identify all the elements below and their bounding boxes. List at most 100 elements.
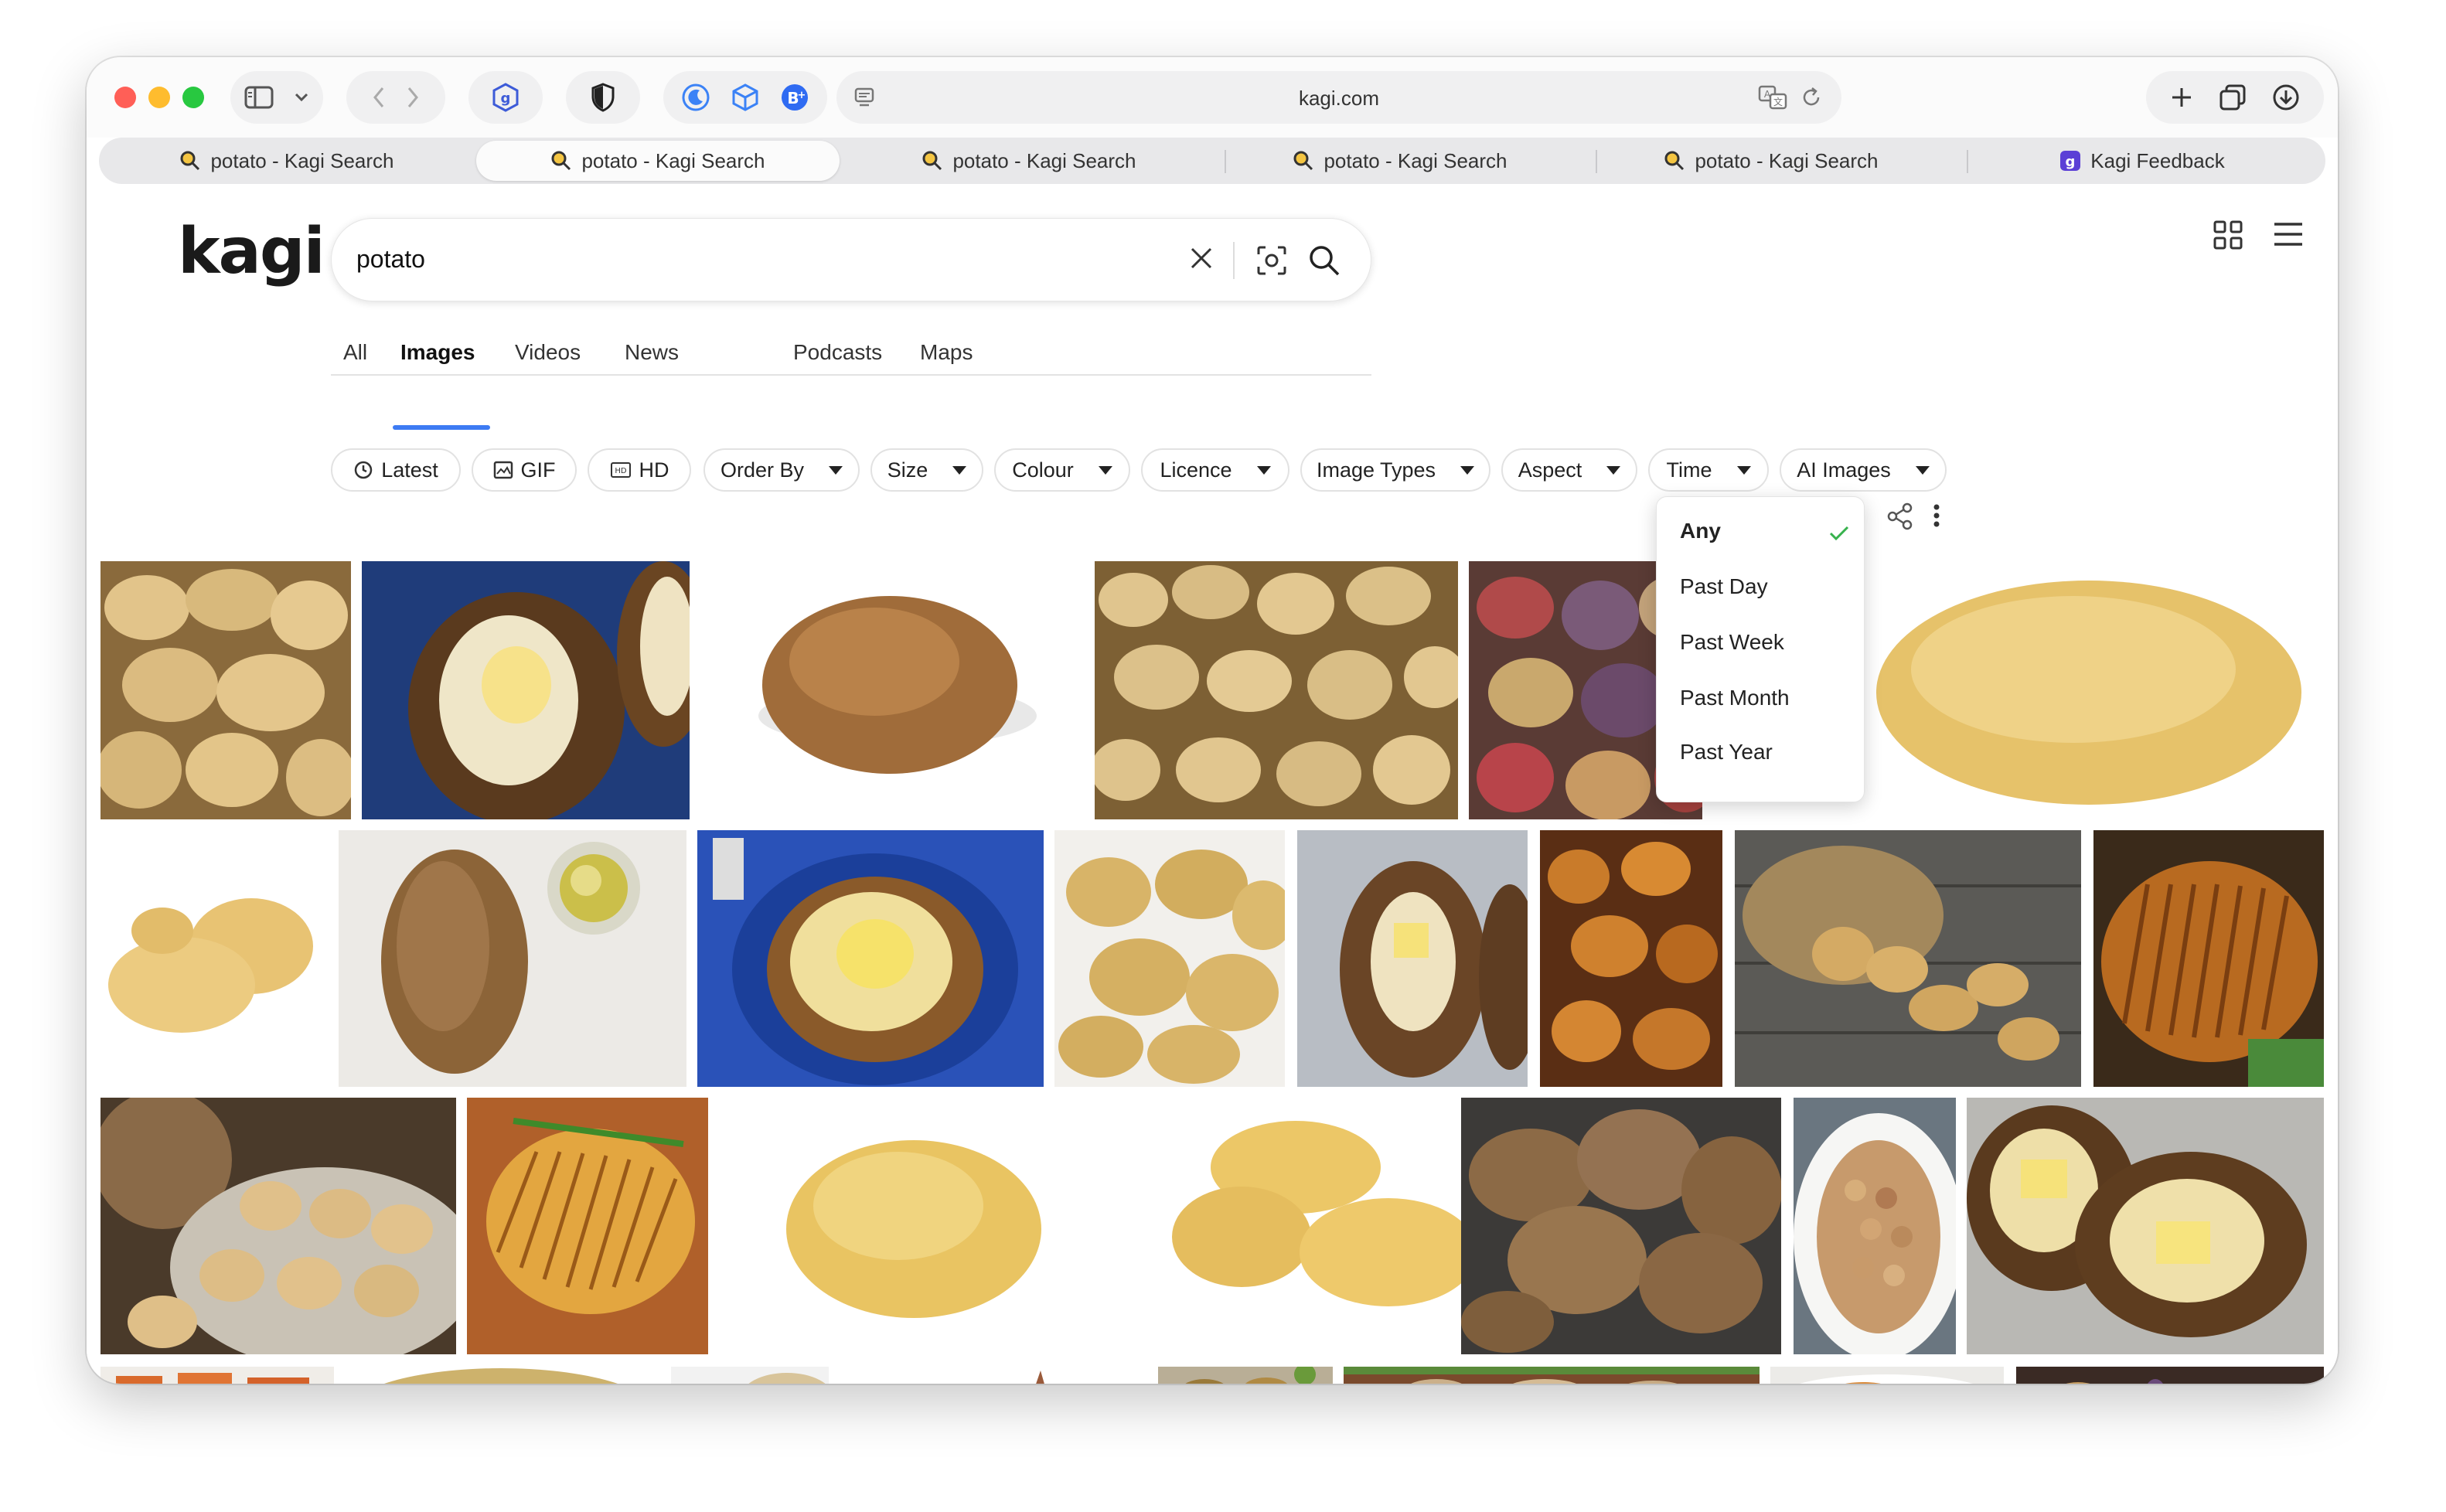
filter-hd[interactable]: HD HD: [588, 448, 691, 492]
time-option-past-day[interactable]: Past Day: [1680, 574, 1768, 599]
search-icon[interactable]: [1307, 243, 1341, 278]
tab-maps[interactable]: Maps: [920, 340, 973, 365]
time-option-past-year[interactable]: Past Year: [1680, 740, 1773, 765]
tab-potato-2[interactable]: potato - Kagi Search: [476, 141, 840, 181]
caret-down-icon: [1460, 465, 1475, 475]
result-image-roasted-potatoes-tray[interactable]: [1158, 1367, 1333, 1384]
result-image-russet-potato-oil[interactable]: [339, 830, 686, 1087]
tab-news[interactable]: News: [625, 340, 679, 365]
tab-kagi-feedback[interactable]: g Kagi Feedback: [1961, 141, 2324, 181]
svg-text:+: +: [798, 90, 806, 101]
result-image-boiled-potatoes[interactable]: [1054, 830, 1285, 1087]
search-box[interactable]: potato: [331, 218, 1371, 301]
result-image-sweet-potato[interactable]: [838, 1367, 1163, 1384]
filter-gif[interactable]: GIF: [472, 448, 577, 492]
tab-videos[interactable]: Videos: [515, 340, 581, 365]
caret-down-icon: [952, 465, 967, 475]
close-window-button[interactable]: [114, 87, 136, 108]
tab-title: potato - Kagi Search: [581, 148, 765, 172]
result-image-potatoes-burlap-sack[interactable]: [1735, 830, 2081, 1087]
result-image-baked-potatoes-butter[interactable]: [1967, 1098, 2324, 1354]
tab-potato-5[interactable]: potato - Kagi Search: [1589, 141, 1953, 181]
time-filter-dropdown: Any Past Day Past Week Past Month Past Y…: [1656, 496, 1865, 802]
browser-toolbar: g B + kagi.com A文: [87, 57, 2338, 138]
zoom-window-button[interactable]: [182, 87, 204, 108]
result-image-potatoes-bowl[interactable]: [100, 1098, 456, 1354]
time-option-past-month[interactable]: Past Month: [1680, 686, 1790, 710]
tab-podcasts[interactable]: Podcasts: [793, 340, 882, 365]
result-image-russet-potatoes[interactable]: [1461, 1098, 1781, 1354]
result-image-baked-potato-butter[interactable]: [1297, 830, 1528, 1087]
tab-potato-4[interactable]: potato - Kagi Search: [1218, 141, 1582, 181]
result-image-potato-small[interactable]: [671, 1367, 829, 1384]
result-image-hasselback-board[interactable]: [467, 1098, 708, 1354]
tab-title: potato - Kagi Search: [1323, 148, 1507, 172]
browser-window: g B + kagi.com A文 potato - Kagi Search p…: [87, 57, 2338, 1384]
downloads-icon[interactable]: [2272, 83, 2300, 111]
result-image-roasted-potatoes[interactable]: [1540, 830, 1722, 1087]
result-image-yellow-potato[interactable]: [1865, 561, 2324, 819]
search-input[interactable]: potato: [356, 245, 425, 274]
result-image-potatoes-soil[interactable]: [1344, 1367, 1760, 1384]
back-icon[interactable]: [372, 86, 386, 109]
filter-latest[interactable]: Latest: [331, 448, 461, 492]
tab-overview-icon[interactable]: [2219, 83, 2247, 111]
cube-icon[interactable]: [731, 83, 760, 112]
caret-down-icon: [1915, 465, 1930, 475]
result-image-potato-dish[interactable]: [1770, 1367, 2004, 1384]
result-image-baked-potato-chives[interactable]: [697, 830, 1044, 1087]
result-image-single-yellow-potato[interactable]: [721, 1098, 1123, 1354]
translate-icon[interactable]: A文: [1758, 85, 1787, 110]
caret-down-icon: [1736, 465, 1751, 475]
chevron-down-icon[interactable]: [294, 92, 309, 103]
address-bar[interactable]: kagi.com A文: [836, 71, 1841, 124]
result-image-potato-large[interactable]: [346, 1367, 662, 1384]
result-image-yellow-potatoes[interactable]: [100, 830, 328, 1087]
tab-all[interactable]: All: [343, 340, 367, 365]
kagi-extension-icon[interactable]: g: [490, 82, 521, 113]
hamburger-menu-icon[interactable]: [2273, 221, 2304, 247]
kagi-logo[interactable]: kagi: [178, 215, 325, 288]
tab-potato-1[interactable]: potato - Kagi Search: [105, 141, 468, 181]
tab-potato-3[interactable]: potato - Kagi Search: [847, 141, 1211, 181]
tab-title: potato - Kagi Search: [1695, 148, 1879, 172]
time-option-past-week[interactable]: Past Week: [1680, 630, 1784, 655]
result-image-hasselback-potato[interactable]: [2093, 830, 2324, 1087]
bplus-extension-icon[interactable]: B +: [780, 83, 809, 112]
result-image-baked-potato-blue-plate[interactable]: [362, 561, 690, 819]
tab-images[interactable]: Images: [400, 340, 475, 365]
result-image-potato-pile[interactable]: [100, 561, 351, 819]
forward-icon[interactable]: [406, 86, 420, 109]
filter-label: Licence: [1160, 458, 1232, 482]
apps-grid-icon[interactable]: [2213, 220, 2243, 250]
filter-size[interactable]: Size: [870, 448, 983, 492]
new-tab-icon[interactable]: [2170, 86, 2193, 109]
svg-text:g: g: [501, 90, 511, 107]
filter-aspect[interactable]: Aspect: [1501, 448, 1637, 492]
minimize-window-button[interactable]: [148, 87, 170, 108]
result-image-assorted-potatoes[interactable]: [2016, 1367, 2324, 1384]
more-options-icon[interactable]: [1933, 504, 1940, 527]
filter-ai-images[interactable]: AI Images: [1780, 448, 1947, 492]
filter-time[interactable]: Time: [1648, 448, 1769, 492]
svg-text:A: A: [1764, 89, 1771, 100]
filter-label: Aspect: [1518, 458, 1582, 482]
time-option-any[interactable]: Any: [1680, 519, 1721, 543]
shield-icon[interactable]: [591, 83, 615, 112]
result-image-baby-potatoes-bowl[interactable]: [1794, 1098, 1956, 1354]
filter-colour[interactable]: Colour: [994, 448, 1130, 492]
filter-licence[interactable]: Licence: [1141, 448, 1289, 492]
clear-search-icon[interactable]: [1188, 245, 1214, 271]
result-image-single-russet-potato[interactable]: [700, 561, 1082, 819]
result-image-sweet-potato-fries[interactable]: [100, 1367, 334, 1384]
share-icon[interactable]: [1886, 502, 1914, 530]
clock-icon: [353, 460, 373, 480]
reload-icon[interactable]: [1800, 86, 1823, 109]
filter-image-types[interactable]: Image Types: [1300, 448, 1490, 492]
svg-text:g: g: [2066, 154, 2076, 170]
filter-order-by[interactable]: Order By: [703, 448, 860, 492]
image-search-icon[interactable]: [1256, 245, 1287, 276]
moon-extension-icon[interactable]: [681, 83, 710, 112]
result-image-potatoes-pile[interactable]: [1095, 561, 1458, 819]
sidebar-icon[interactable]: [244, 86, 274, 109]
